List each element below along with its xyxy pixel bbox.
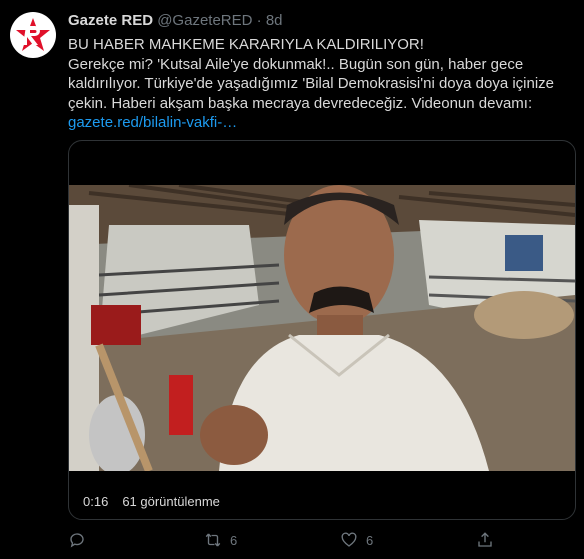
video-meta: 0:16 61 görüntülenme [83, 494, 220, 509]
timestamp[interactable]: 8d [266, 12, 283, 29]
video-player[interactable] [69, 185, 575, 471]
separator: · [256, 12, 262, 29]
tweet-line: BU HABER MAHKEME KARARIYLA KALDIRILIYOR! [68, 36, 424, 53]
video-duration: 0:16 [83, 494, 109, 509]
tweet-header: Gazete RED @GazeteRED · 8d [68, 12, 283, 29]
reply-icon [70, 533, 84, 548]
gazete-red-logo-icon [16, 18, 50, 51]
tweet-line: kaldırılıyor. Türkiye'de yaşadığımız 'Bi… [68, 75, 555, 92]
retweet-icon [205, 533, 221, 547]
avatar[interactable] [10, 12, 56, 58]
tweet-line: Gerekçe mi? 'Kutsal Aile'ye dokunmak!.. … [68, 55, 524, 73]
video-frame [69, 185, 575, 471]
share-button[interactable] [476, 531, 494, 549]
tweet-link[interactable]: gazete.red/bilalin-vakfi-… [68, 114, 237, 131]
tweet-text: BU HABER MAHKEME KARARIYLA KALDIRILIYOR!… [68, 35, 578, 133]
video-card[interactable]: 0:16 61 görüntülenme [68, 140, 576, 520]
heart-icon [341, 532, 357, 547]
retweet-count: 6 [230, 532, 238, 548]
share-icon [478, 532, 492, 547]
like-button[interactable]: 6 [340, 531, 476, 549]
video-views: 61 görüntülenme [122, 494, 220, 509]
user-handle[interactable]: @GazeteRED [157, 12, 252, 29]
tweet[interactable]: Gazete RED @GazeteRED · 8d BU HABER MAHK… [0, 0, 584, 559]
display-name[interactable]: Gazete RED [68, 12, 153, 29]
retweet-button[interactable]: 6 [204, 531, 340, 549]
reply-button[interactable] [68, 531, 204, 549]
like-count: 6 [366, 532, 374, 548]
tweet-line: çekin. Haberi akşam başka mecraya devred… [68, 94, 533, 112]
tweet-actions: 6 6 [68, 528, 568, 552]
